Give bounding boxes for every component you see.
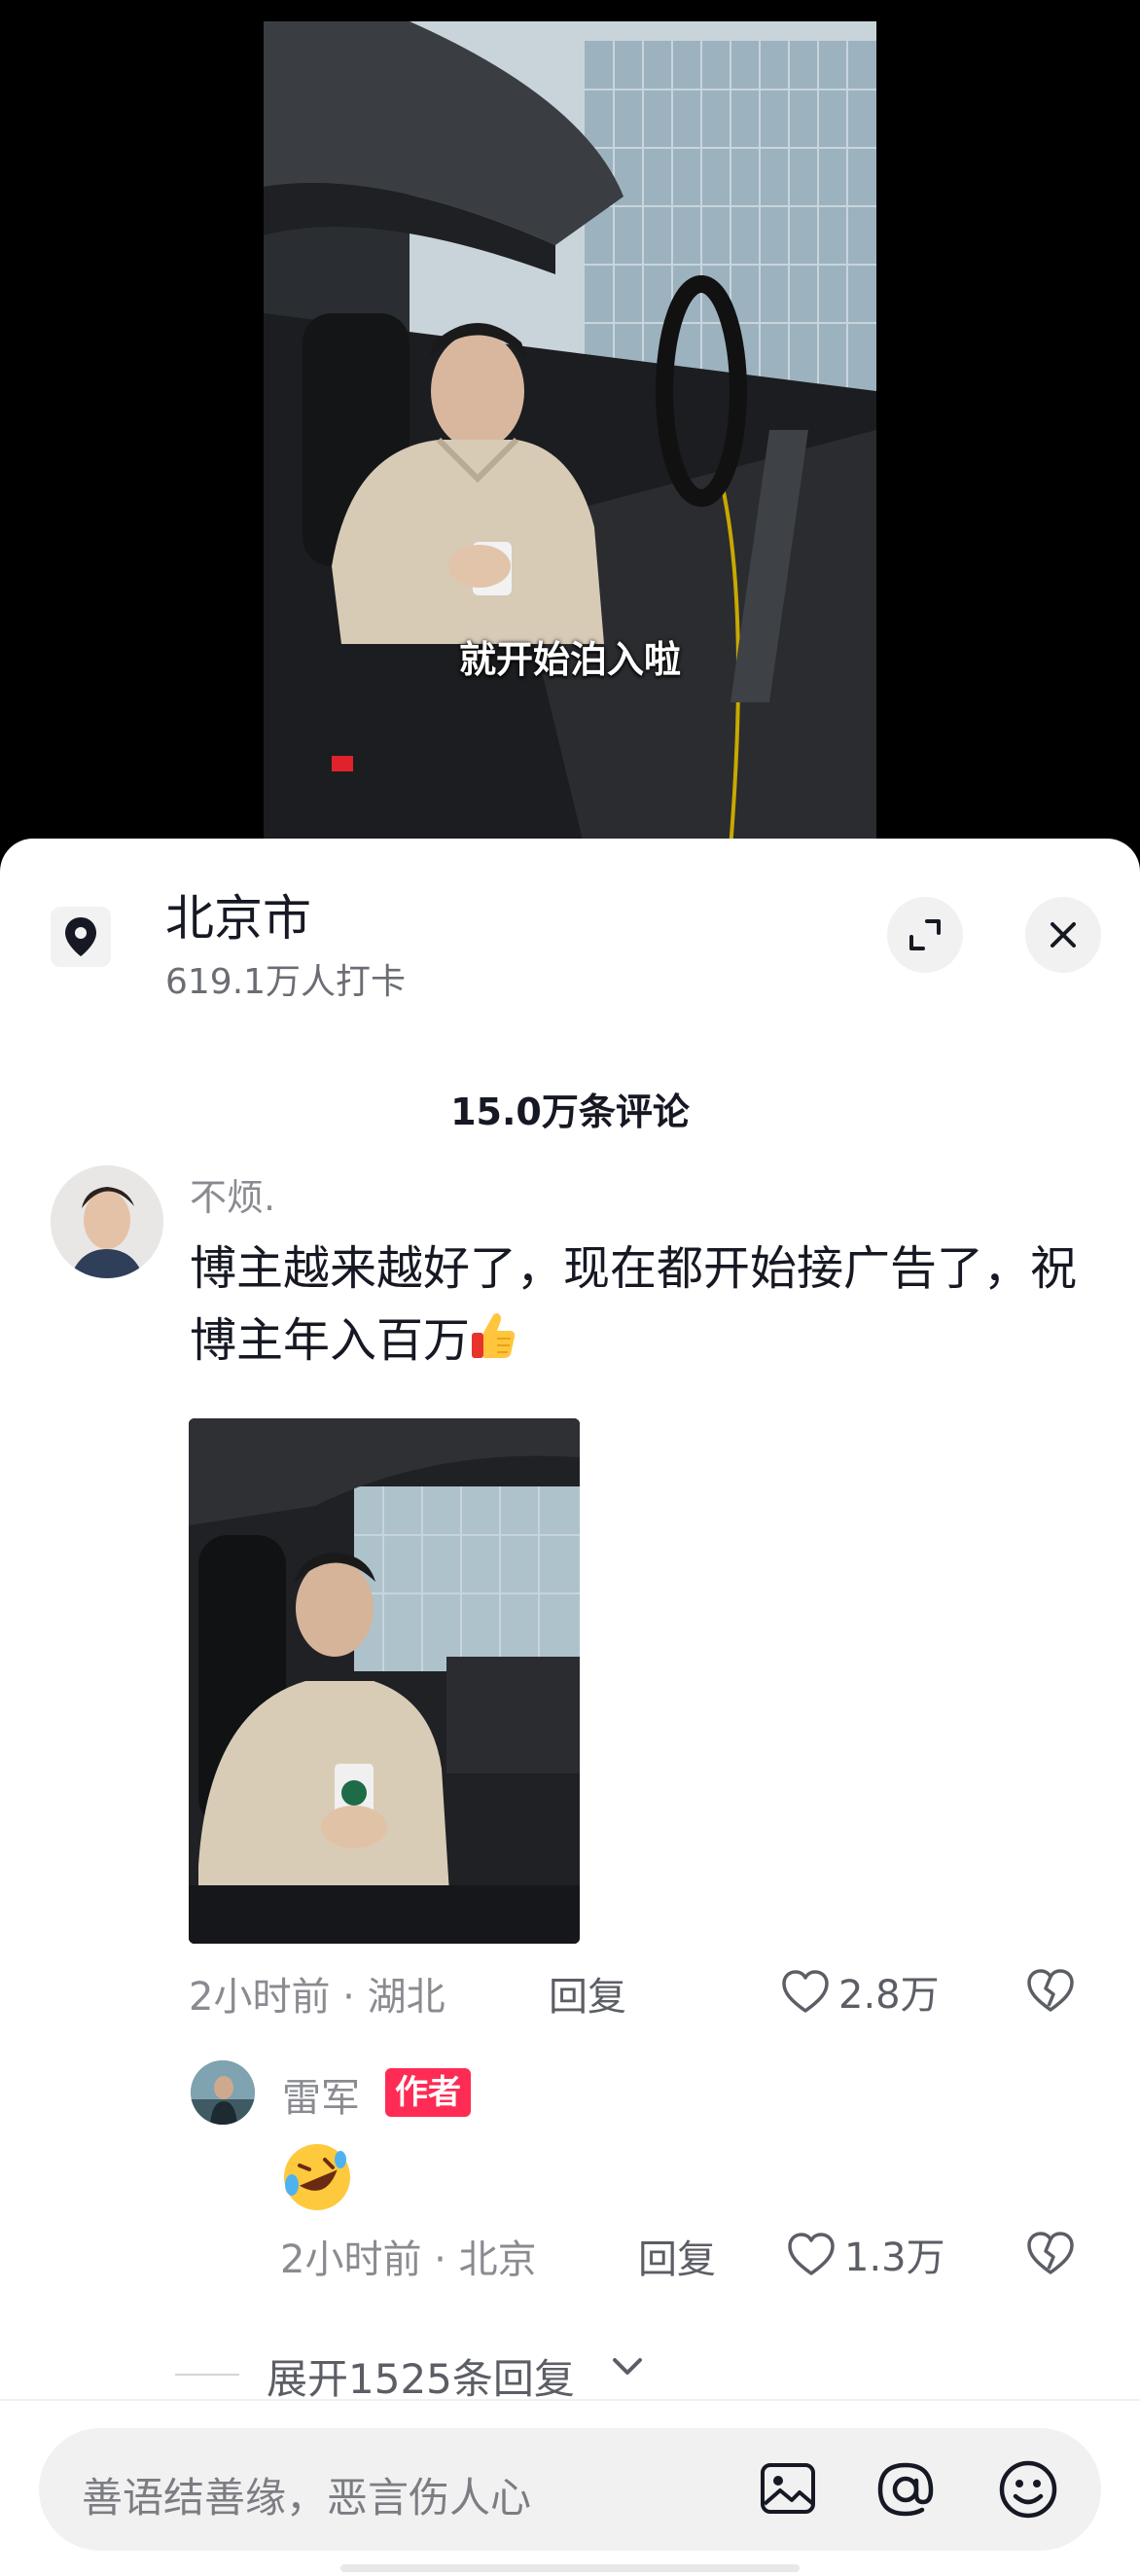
expand-replies-button[interactable]: 展开1525条回复 (267, 2346, 575, 2406)
at-icon[interactable] (873, 2457, 938, 2525)
comment-time-location: 2小时前 · 湖北 (189, 1975, 445, 2020)
reply-like-count: 1.3万 (844, 2236, 945, 2280)
comment-image[interactable] (189, 1418, 580, 1944)
dislike-button[interactable] (1025, 1967, 1076, 2018)
comment-text: 博主越来越好了，现在都开始接广告了，祝博主年入百万 (190, 1233, 1094, 1382)
heart-icon (782, 1970, 829, 2013)
thumbs-up-icon (470, 1309, 517, 1382)
emoji-icon[interactable] (996, 2457, 1060, 2525)
video-player[interactable]: 就开始泊入啦 (0, 0, 1140, 876)
broken-heart-icon (1027, 2232, 1074, 2274)
reply-dislike-button[interactable] (1025, 2230, 1076, 2280)
comment-input[interactable]: 善语结善缘，恶言伤人心 (39, 2428, 1101, 2551)
author-badge: 作者 (385, 2068, 471, 2117)
reply-avatar[interactable] (191, 2060, 255, 2125)
video-subtitle: 就开始泊入啦 (458, 638, 681, 681)
like-button[interactable]: 2.8万 (780, 1963, 940, 2020)
close-icon (1051, 922, 1076, 948)
rolling-laughing-emoji-icon (280, 2140, 354, 2218)
video-scene (264, 21, 876, 848)
location-title[interactable]: 北京市 (165, 879, 311, 949)
location-checkins: 619.1万人打卡 (165, 962, 407, 1002)
expand-button[interactable] (887, 897, 963, 973)
reply-reply-button[interactable]: 回复 (638, 2228, 716, 2284)
video-frame[interactable]: 就开始泊入啦 (264, 21, 876, 848)
reply-time-location: 2小时前 · 北京 (280, 2237, 537, 2282)
reply-button[interactable]: 回复 (549, 1965, 626, 2021)
expand-divider (175, 2374, 239, 2376)
reply-username[interactable]: 雷军 (282, 2066, 360, 2123)
comment-count: 15.0万条评论 (450, 1091, 690, 1133)
comment-body: 博主越来越好了，现在都开始接广告了，祝博主年入百万 (190, 1241, 1078, 1368)
avatar[interactable] (51, 1165, 163, 1278)
image-icon[interactable] (757, 2457, 819, 2523)
broken-heart-icon (1027, 1969, 1074, 2012)
location-pin-icon[interactable] (51, 907, 111, 967)
expand-icon (909, 919, 941, 950)
close-button[interactable] (1025, 897, 1101, 973)
reply-like-button[interactable]: 1.3万 (786, 2226, 945, 2282)
input-divider (0, 2399, 1140, 2401)
like-count: 2.8万 (838, 1973, 940, 2018)
heart-icon (788, 2233, 835, 2275)
home-indicator (340, 2564, 800, 2572)
comment-input-placeholder[interactable]: 善语结善缘，恶言伤人心 (82, 2465, 531, 2524)
chevron-down-icon[interactable] (611, 2356, 644, 2381)
comment-username[interactable]: 不烦. (190, 1167, 275, 1221)
comments-sheet: 北京市 619.1万人打卡 15.0万条评论 不烦. 博主越来越好了，现在都开始… (0, 839, 1140, 2576)
